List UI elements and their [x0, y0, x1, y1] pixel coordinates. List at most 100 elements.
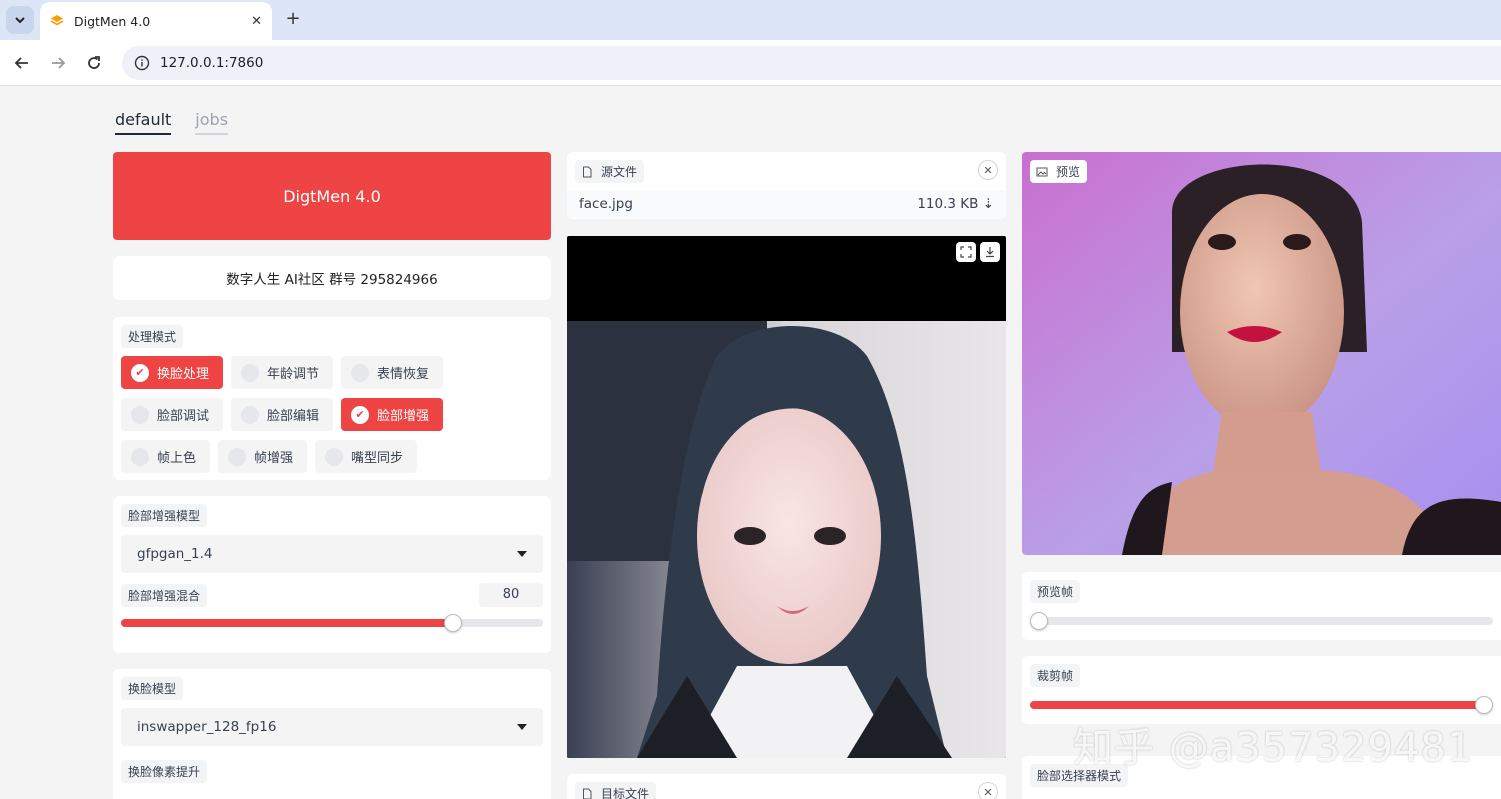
face-enhancer-model-label: 脸部增强模型	[121, 504, 208, 527]
reload-icon	[88, 56, 100, 69]
face-swapper-model-value: inswapper_128_fp16	[137, 719, 277, 735]
preview-face-image	[1022, 152, 1501, 555]
face-swapper-pixel-boost-label: 换脸像素提升	[121, 760, 208, 783]
reload-button[interactable]	[83, 52, 105, 74]
unchecked-icon	[131, 447, 149, 466]
target-file-label-badge: 目标文件	[575, 782, 657, 799]
slider-fill	[121, 619, 454, 627]
source-file-size-wrap: 110.3 KB ⇣	[917, 196, 994, 212]
unchecked-icon	[228, 447, 247, 466]
checkbox-frame-enhancer[interactable]: 帧增强	[218, 440, 308, 473]
preview-label-badge: 预览	[1030, 160, 1088, 183]
check-icon: ✔	[131, 363, 149, 382]
checkbox-face-enhancer[interactable]: ✔ 脸部增强	[341, 398, 444, 431]
checkbox-age-modifier[interactable]: 年龄调节	[231, 356, 334, 389]
trim-frame-slider[interactable]	[1030, 696, 1493, 714]
slider-fill	[1030, 701, 1484, 709]
arrow-left-icon	[14, 57, 28, 69]
source-image-viewer	[567, 236, 1006, 758]
face-swapper-model-dropdown[interactable]: inswapper_128_fp16	[121, 708, 543, 746]
target-file-label: 目标文件	[601, 787, 650, 799]
info-icon[interactable]	[134, 55, 150, 71]
checkbox-label: 换脸处理	[157, 367, 210, 382]
source-face-image	[567, 321, 1006, 758]
preview-label: 预览	[1056, 165, 1081, 179]
target-file-upload: 目标文件 ✕	[567, 774, 1006, 799]
checkbox-label: 脸部增强	[377, 409, 430, 424]
face-enhancer-panel: 脸部增强模型 gfpgan_1.4 脸部增强混合 80	[113, 496, 551, 653]
close-icon[interactable]: ✕	[978, 782, 998, 799]
face-enhancer-blend-input[interactable]: 80	[479, 583, 543, 607]
source-file-name: face.jpg	[579, 196, 633, 212]
checkbox-face-editor[interactable]: 脸部编辑	[231, 398, 334, 431]
face-swapper-panel: 换脸模型 inswapper_128_fp16 换脸像素提升	[113, 669, 551, 799]
tab-default[interactable]: default	[115, 110, 172, 135]
unchecked-icon	[131, 405, 149, 424]
checkbox-face-debugger[interactable]: 脸部调试	[121, 398, 224, 431]
app-title-banner: DigtMen 4.0	[113, 152, 551, 240]
preview-frame-slider[interactable]	[1030, 612, 1493, 630]
caret-down-icon	[517, 724, 527, 730]
source-file-row[interactable]: face.jpg 110.3 KB ⇣	[567, 190, 1006, 218]
image-icon	[1036, 167, 1048, 176]
source-file-label: 源文件	[601, 165, 638, 179]
checkbox-label: 帧增强	[254, 451, 294, 466]
preview-image-panel: 预览	[1022, 152, 1501, 555]
tab-jobs[interactable]: jobs	[195, 110, 229, 135]
check-icon: ✔	[351, 405, 370, 424]
file-icon	[583, 788, 592, 799]
checkbox-frame-colorizer[interactable]: 帧上色	[121, 440, 211, 473]
checkbox-label: 脸部调试	[157, 409, 210, 424]
checkbox-label: 嘴型同步	[351, 451, 404, 466]
checkbox-label: 表情恢复	[377, 367, 430, 382]
address-url: 127.0.0.1:7860	[160, 55, 264, 71]
layers-favicon-icon	[50, 15, 64, 26]
app-title: DigtMen 4.0	[283, 186, 381, 206]
app-page: default jobs DigtMen 4.0 数字人生 AI社区 群号 29…	[0, 87, 1501, 799]
community-info: 数字人生 AI社区 群号 295824966	[113, 256, 551, 300]
address-bar[interactable]: 127.0.0.1:7860	[122, 46, 1501, 80]
checkbox-label: 帧上色	[157, 451, 197, 466]
unchecked-icon	[325, 447, 344, 466]
slider-thumb[interactable]	[444, 614, 463, 632]
preview-frame-panel: 预览帧	[1022, 572, 1501, 640]
unchecked-icon	[241, 363, 260, 382]
face-enhancer-blend-slider[interactable]	[121, 614, 543, 632]
checkbox-label: 脸部编辑	[267, 409, 320, 424]
face-enhancer-model-value: gfpgan_1.4	[137, 546, 213, 562]
slider-thumb[interactable]	[1030, 612, 1048, 630]
fullscreen-icon[interactable]	[956, 242, 976, 262]
forward-button[interactable]	[47, 52, 69, 74]
arrow-right-icon	[52, 57, 66, 69]
caret-down-icon	[517, 551, 527, 557]
watermark-text: 知乎 @a357329481	[1073, 725, 1474, 771]
preview-frame-label: 预览帧	[1030, 580, 1081, 603]
face-swapper-model-label: 换脸模型	[121, 677, 184, 700]
checkbox-lip-syncer[interactable]: 嘴型同步	[315, 440, 418, 473]
processing-mode-label: 处理模式	[121, 325, 184, 348]
trim-frame-label: 裁剪帧	[1030, 664, 1081, 687]
checkbox-expression-restorer[interactable]: 表情恢复	[341, 356, 444, 389]
face-enhancer-model-dropdown[interactable]: gfpgan_1.4	[121, 535, 543, 573]
tab-search-button[interactable]	[6, 6, 34, 34]
community-text: 数字人生 AI社区 群号 295824966	[226, 272, 438, 288]
back-button[interactable]	[11, 52, 33, 74]
download-icon[interactable]	[980, 242, 1000, 262]
trim-frame-panel: 裁剪帧	[1022, 656, 1501, 724]
image-toolbar	[956, 242, 1000, 262]
close-icon[interactable]: ✕	[251, 14, 262, 29]
source-file-label-badge: 源文件	[575, 160, 645, 183]
browser-tab-title: DigtMen 4.0	[74, 13, 151, 29]
download-icon[interactable]: ⇣	[983, 196, 994, 212]
checkbox-label: 年龄调节	[267, 367, 320, 382]
face-enhancer-blend-label: 脸部增强混合	[121, 583, 208, 607]
source-file-upload: 源文件 ✕ face.jpg 110.3 KB ⇣	[567, 152, 1006, 219]
unchecked-icon	[351, 363, 370, 382]
slider-thumb[interactable]	[1475, 696, 1493, 714]
browser-tabstrip: DigtMen 4.0 ✕ +	[0, 0, 1501, 40]
plus-icon[interactable]: +	[282, 8, 304, 30]
close-icon[interactable]: ✕	[978, 160, 998, 180]
chevron-down-icon	[15, 17, 25, 24]
checkbox-face-swap[interactable]: ✔ 换脸处理	[121, 356, 224, 389]
browser-tab-active[interactable]: DigtMen 4.0 ✕	[40, 2, 272, 40]
